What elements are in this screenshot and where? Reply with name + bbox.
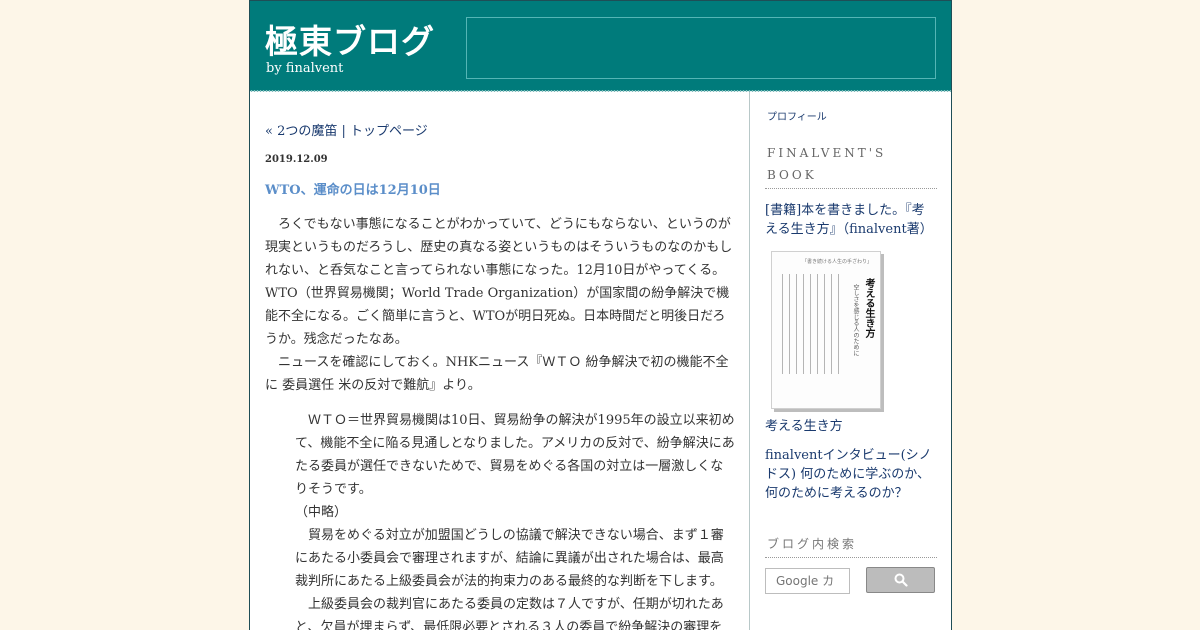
cover-text-line xyxy=(796,274,797,374)
cover-text-line xyxy=(789,274,790,374)
post-navigation: « 2つの魔笛 | トップページ xyxy=(265,120,735,139)
cover-text-line xyxy=(782,274,783,374)
page-container: 極東ブログ by finalvent « 2つの魔笛 | トップページ 2019… xyxy=(249,0,952,630)
interview-link[interactable]: finalventインタビュー(シノドス) 何のために学ぶのか、何のために考える… xyxy=(765,446,937,503)
prev-post-link[interactable]: « 2つの魔笛 xyxy=(265,124,337,139)
top-page-link[interactable]: トップページ xyxy=(350,124,428,139)
book-announcement-link[interactable]: [書籍]本を書きました。『考える生き方』（finalvent著） xyxy=(765,201,937,239)
cover-text-line xyxy=(838,274,839,374)
cover-text-line xyxy=(803,274,804,374)
post-paragraph: ろくでもない事態になることがわかっていて、どうにもならない、というのが現実という… xyxy=(265,217,733,347)
cover-top-line: 「書き続ける人生の手ざわり」 xyxy=(802,259,873,265)
column-divider xyxy=(749,92,750,630)
search-form xyxy=(765,562,937,594)
book-heading: FINALVENT'S BOOK xyxy=(765,142,937,189)
main-column: « 2つの魔笛 | トップページ 2019.12.09 WTO、運命の日は12月… xyxy=(265,120,735,630)
site-banner: 極東ブログ by finalvent xyxy=(250,0,951,91)
cover-text-line xyxy=(817,274,818,374)
cover-text-line xyxy=(824,274,825,374)
news-quote: ＷＴＯ＝世界貿易機関は10日、貿易紛争の解決が1995年の設立以来初めて、機能不… xyxy=(295,409,735,630)
sidebar: プロフィール FINALVENT'S BOOK [書籍]本を書きました。『考える… xyxy=(765,108,937,594)
post-body: ろくでもない事態になることがわかっていて、どうにもならない、というのが現実という… xyxy=(265,213,735,630)
profile-link[interactable]: プロフィール xyxy=(767,108,937,123)
site-title[interactable]: 極東ブログ xyxy=(265,15,435,63)
cover-text-line xyxy=(831,274,832,374)
site-byline: by finalvent xyxy=(266,61,344,76)
quote-paragraph: ＷＴＯ＝世界貿易機関は10日、貿易紛争の解決が1995年の設立以来初めて、機能不… xyxy=(295,413,735,497)
book-title-link[interactable]: 考える生き方 xyxy=(765,417,937,436)
post-date: 2019.12.09 xyxy=(265,154,328,165)
search-heading: ブログ内検索 xyxy=(765,533,937,558)
search-input[interactable] xyxy=(765,568,850,594)
search-button[interactable] xyxy=(866,567,935,593)
search-icon xyxy=(894,573,908,587)
quote-omission: （中略） xyxy=(295,505,348,520)
post-title[interactable]: WTO、運命の日は12月10日 xyxy=(265,179,735,198)
cover-text-line xyxy=(810,274,811,374)
quote-paragraph: 貿易をめぐる対立が加盟国どうしの協議で解決できない場合、まず１審にあたる小委員会… xyxy=(295,528,724,589)
cover-title: 考える生き方 xyxy=(863,278,874,338)
book-cover-image[interactable]: 「書き続ける人生の手ざわり」 空しさを感じる人のために 考える生き方 xyxy=(771,251,881,409)
banner-dotted-border xyxy=(250,90,951,92)
post-paragraph: ニュースを確認にしておく。NHKニュース『ＷＴＯ 紛争解決で初の機能不全に 委員… xyxy=(265,355,729,393)
quote-paragraph: 上級委員会の裁判官にあたる委員の定数は７人ですが、任期が切れたあと、欠員が埋まら… xyxy=(295,597,724,630)
cover-subtitle: 空しさを感じる人のために xyxy=(852,284,859,356)
banner-ad-box xyxy=(466,17,936,79)
nav-separator: | xyxy=(337,124,351,139)
